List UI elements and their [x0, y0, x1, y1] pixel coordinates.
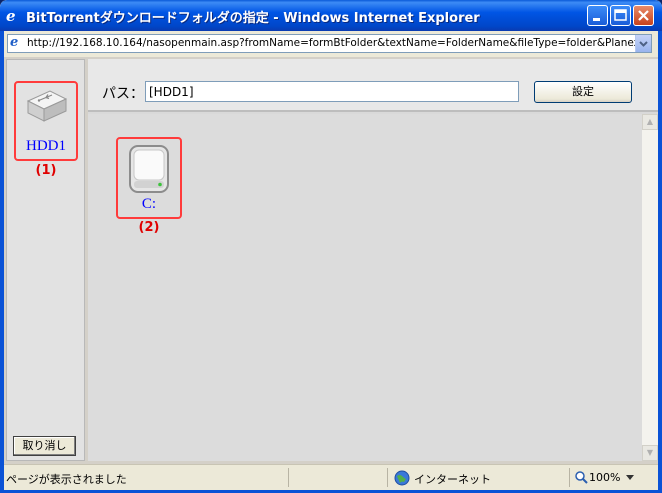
address-field[interactable]: e http://192.168.10.164/nasopenmain.asp?…	[7, 34, 652, 53]
status-text: ページが表示されました	[6, 473, 127, 486]
address-bar: e http://192.168.10.164/nasopenmain.asp?…	[4, 31, 658, 57]
path-bar: パス： 設定	[88, 59, 658, 112]
chevron-down-icon[interactable]	[626, 475, 634, 481]
close-button[interactable]	[633, 5, 654, 26]
window-frame-right	[658, 31, 662, 493]
marker-1: (1)	[35, 163, 57, 178]
set-button[interactable]: 設定	[534, 81, 632, 103]
status-divider	[569, 468, 570, 487]
zone-text: インターネット	[414, 473, 491, 486]
folder-list: C: (2)	[88, 114, 642, 461]
ie-page-icon: e	[10, 35, 19, 50]
title-bar[interactable]: e BitTorrentダウンロードフォルダの指定 - Windows Inte…	[0, 0, 662, 31]
status-bar: ページが表示されました インターネット 100%	[4, 464, 658, 490]
maximize-button[interactable]	[610, 5, 631, 26]
status-divider	[387, 468, 388, 487]
globe-icon	[394, 470, 410, 486]
cancel-button[interactable]: 取り消し	[13, 436, 76, 456]
zoom-icon[interactable]	[575, 471, 588, 484]
folder-pane: パス： 設定 C: (2) ▲ ▼	[88, 59, 658, 461]
device-label[interactable]: HDD1	[16, 138, 76, 155]
device-pane: HDD1 (1) 取り消し	[6, 59, 85, 461]
status-divider	[288, 468, 289, 487]
chevron-down-icon	[639, 41, 648, 47]
minimize-button[interactable]	[587, 5, 608, 26]
vertical-scrollbar[interactable]: ▲ ▼	[642, 114, 658, 461]
folder-item-c[interactable]: C:	[116, 137, 182, 219]
address-dropdown-button[interactable]	[635, 35, 651, 52]
zoom-level[interactable]: 100%	[589, 471, 620, 484]
window-title: BitTorrentダウンロードフォルダの指定 - Windows Intern…	[26, 11, 480, 26]
address-url[interactable]: http://192.168.10.164/nasopenmain.asp?fr…	[27, 37, 637, 49]
folder-label[interactable]: C:	[118, 196, 180, 213]
marker-2: (2)	[138, 220, 160, 235]
path-label: パス：	[102, 86, 144, 102]
hard-disk-icon	[129, 145, 169, 193]
page-content: HDD1 (1) 取り消し パス： 設定 C:	[4, 57, 658, 464]
scroll-down-button[interactable]: ▼	[642, 445, 658, 461]
ie-window: e BitTorrentダウンロードフォルダの指定 - Windows Inte…	[0, 0, 662, 493]
path-input[interactable]	[145, 81, 519, 102]
device-item-hdd1[interactable]: HDD1	[14, 81, 78, 161]
usb-drive-icon	[26, 90, 68, 122]
ie-icon: e	[6, 7, 16, 25]
scroll-up-button[interactable]: ▲	[642, 114, 658, 130]
